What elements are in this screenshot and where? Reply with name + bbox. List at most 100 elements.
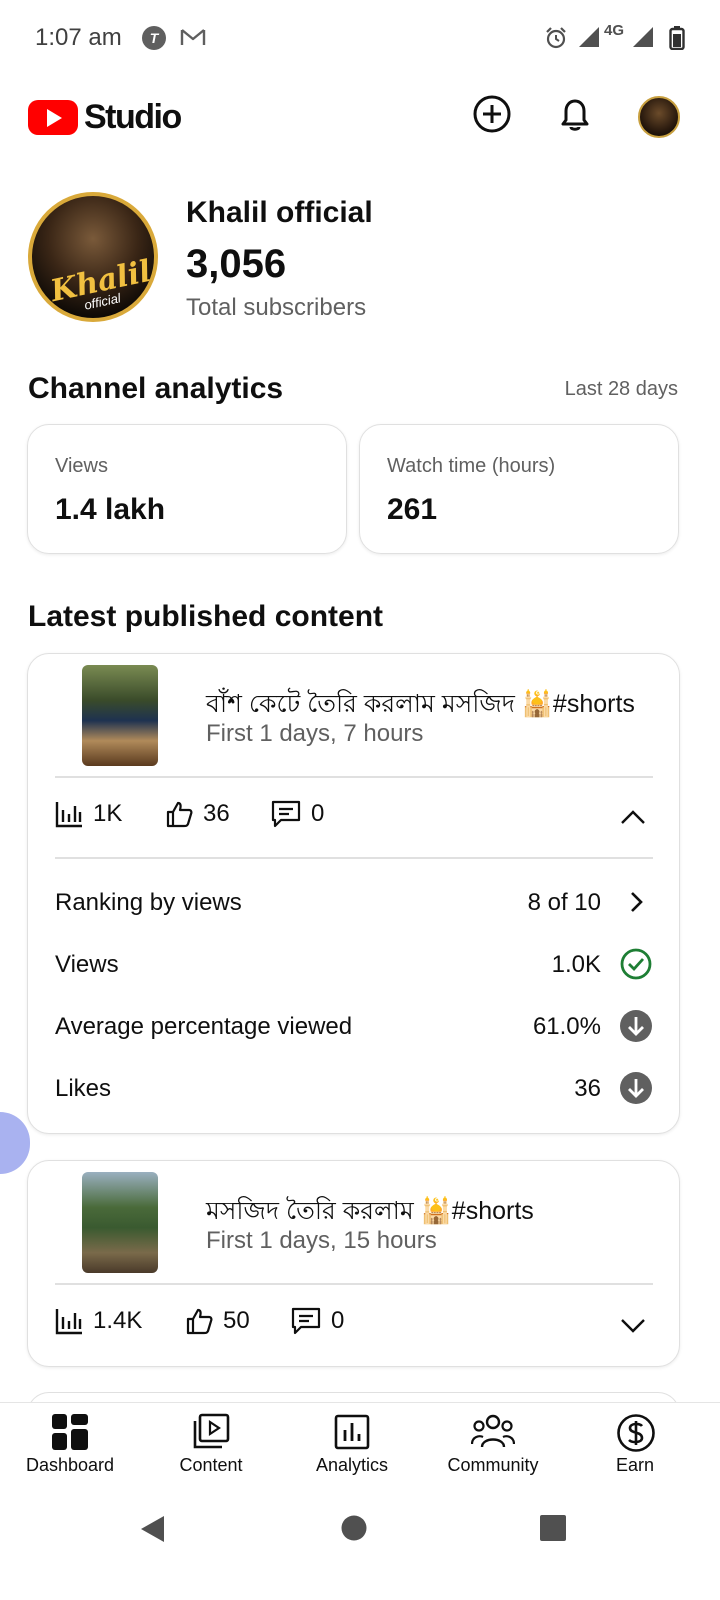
detail-value: 36 <box>574 1075 601 1102</box>
earn-icon <box>617 1414 655 1452</box>
status-time: 1:07 am <box>35 24 122 51</box>
video-age: First 1 days, 15 hours <box>206 1227 437 1254</box>
nav-label: Analytics <box>315 1455 389 1475</box>
video-age: First 1 days, 7 hours <box>206 720 424 747</box>
arrow-down-circle-icon <box>619 1009 653 1048</box>
bottom-navigation: Dashboard Content Analytics Community Ea… <box>0 1402 720 1490</box>
views-metric-card[interactable]: Views 1.4 lakh <box>27 424 347 554</box>
logo-text: Studio <box>84 98 182 136</box>
watch-time-metric-card[interactable]: Watch time (hours) 261 <box>359 424 679 554</box>
system-navigation-bar <box>0 1490 720 1600</box>
views-detail-row: Views 1.0K <box>55 945 653 985</box>
nav-content[interactable]: Content <box>151 1403 271 1491</box>
ranking-row[interactable]: Ranking by views 8 of 10 <box>55 883 653 923</box>
video-stats-row: 1K 36 0 <box>55 800 653 840</box>
expand-button[interactable] <box>619 1311 647 1344</box>
comment-icon <box>291 1307 321 1335</box>
nav-label: Content <box>179 1455 243 1475</box>
likes-stat: 36 <box>165 800 230 828</box>
account-avatar[interactable] <box>638 96 680 138</box>
comment-icon <box>271 800 301 828</box>
analytics-icon <box>334 1414 370 1450</box>
youtube-studio-logo[interactable]: Studio <box>28 98 182 137</box>
detail-label: Average percentage viewed <box>55 1013 353 1040</box>
likes-detail-row: Likes 36 <box>55 1069 653 1109</box>
nav-label: Earn <box>615 1455 655 1475</box>
channel-avatar[interactable]: Khalil official <box>28 192 158 322</box>
notifications-button[interactable] <box>555 94 595 139</box>
nav-dashboard[interactable]: Dashboard <box>10 1403 130 1491</box>
content-icon <box>193 1413 230 1449</box>
gmail-icon <box>180 26 206 53</box>
bar-chart-icon <box>55 802 82 828</box>
comments-stat: 0 <box>271 800 324 828</box>
create-button[interactable] <box>472 94 512 139</box>
nav-label: Community <box>447 1455 539 1475</box>
video-thumbnail[interactable] <box>82 665 158 766</box>
likes-count: 36 <box>203 800 230 827</box>
video-stats-row: 1.4K 50 0 <box>55 1307 653 1347</box>
arrow-down-circle-icon <box>619 1071 653 1110</box>
signal-icon <box>578 26 600 53</box>
t-app-icon: T <box>142 26 166 50</box>
views-stat: 1.4K <box>55 1307 142 1335</box>
video-thumbnail[interactable] <box>82 1172 158 1273</box>
detail-value: 8 of 10 <box>527 889 601 916</box>
back-button[interactable] <box>138 1514 166 1549</box>
comments-count: 0 <box>331 1307 345 1334</box>
analytics-title: Channel analytics <box>28 372 284 405</box>
video-card: মসজিদ তৈরি করলাম 🕌#shorts First 1 days, … <box>27 1160 680 1367</box>
chevron-down-icon <box>621 1319 645 1333</box>
youtube-logo-icon <box>28 100 78 135</box>
community-icon <box>471 1414 515 1448</box>
chevron-right-icon <box>619 885 653 924</box>
back-triangle-icon <box>141 1516 164 1542</box>
detail-label: Likes <box>55 1075 112 1102</box>
alarm-icon <box>544 26 568 55</box>
views-count: 1.4K <box>93 1307 143 1334</box>
metric-label: Watch time (hours) <box>387 455 556 477</box>
likes-count: 50 <box>223 1307 250 1334</box>
subscriber-label: Total subscribers <box>186 294 367 321</box>
metric-value: 261 <box>387 493 438 526</box>
detail-label: Ranking by views <box>55 889 242 916</box>
comments-count: 0 <box>311 800 325 827</box>
nav-community[interactable]: Community <box>433 1403 553 1491</box>
status-bar: 1:07 am T 4G <box>0 0 720 78</box>
views-count: 1K <box>93 800 123 827</box>
views-stat: 1K <box>55 800 122 828</box>
check-circle-icon <box>619 947 653 986</box>
nav-analytics[interactable]: Analytics <box>292 1403 412 1491</box>
thumbs-up-icon <box>166 801 193 828</box>
recents-button[interactable] <box>539 1514 567 1547</box>
bell-icon <box>561 99 589 131</box>
network-type-label: 4G <box>604 22 625 39</box>
detail-value: 1.0K <box>551 951 601 978</box>
recents-square-icon <box>540 1515 566 1541</box>
detail-label: Views <box>55 951 119 978</box>
comments-stat: 0 <box>291 1307 344 1335</box>
divider <box>55 857 653 859</box>
nav-label: Dashboard <box>25 1455 115 1475</box>
collapse-button[interactable] <box>619 804 647 837</box>
avg-percentage-row: Average percentage viewed 61.0% <box>55 1007 653 1047</box>
add-circle-icon <box>473 95 511 133</box>
nav-earn[interactable]: Earn <box>575 1403 695 1491</box>
signal-icon-2 <box>632 26 654 53</box>
likes-stat: 50 <box>185 1307 250 1335</box>
home-button[interactable] <box>340 1514 368 1547</box>
latest-content-title: Latest published content <box>28 600 384 633</box>
dashboard-icon <box>52 1414 88 1450</box>
analytics-range: Last 28 days <box>564 378 678 400</box>
subscriber-count: 3,056 <box>186 242 287 286</box>
battery-icon <box>669 26 685 55</box>
thumbs-up-icon <box>186 1308 213 1335</box>
bar-chart-icon <box>55 1309 82 1335</box>
metric-label: Views <box>55 455 108 477</box>
floating-assistant-tab[interactable] <box>0 1112 30 1174</box>
video-card: বাঁশ কেটে তৈরি করলাম মসজিদ 🕌#shorts Firs… <box>27 653 680 1134</box>
divider <box>55 1283 653 1285</box>
home-circle-icon <box>341 1515 367 1541</box>
app-bar: Studio <box>0 84 720 150</box>
channel-name: Khalil official <box>186 196 373 229</box>
